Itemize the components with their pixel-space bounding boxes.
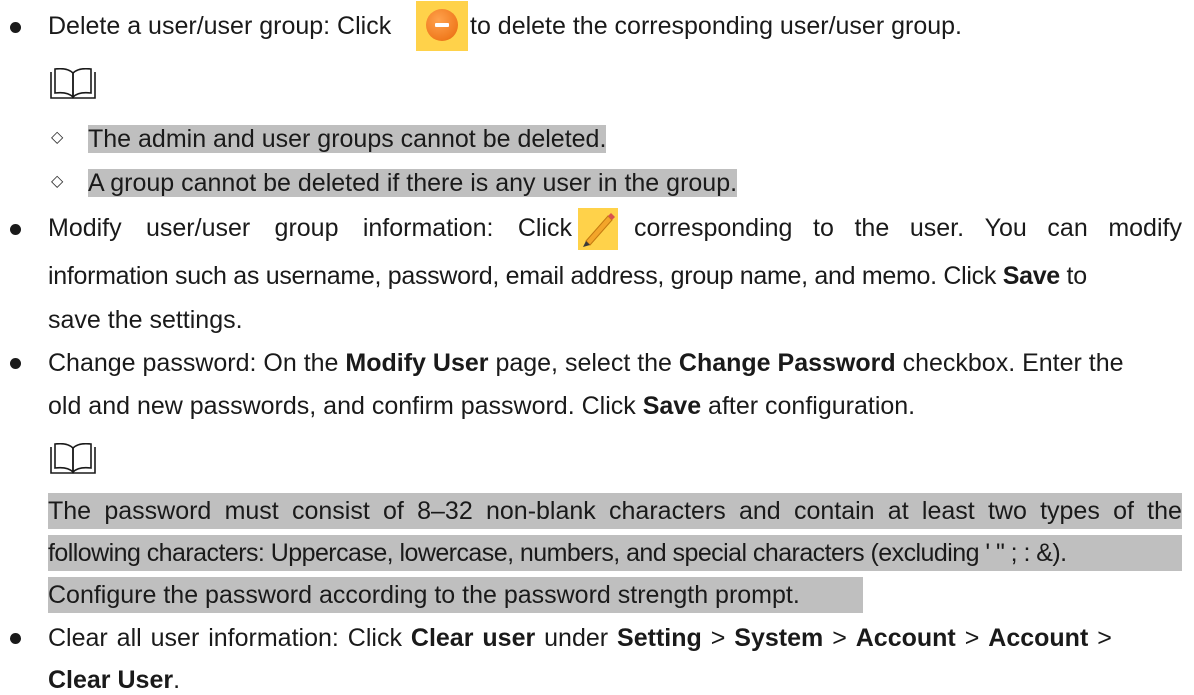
bullet-password [10, 358, 21, 369]
note-delete-2: A group cannot be deleted if there is an… [88, 169, 738, 197]
diamond-bullet: ◇ [51, 129, 64, 146]
bullet-modify [10, 224, 21, 235]
password-line-2: old and new passwords, and confirm passw… [48, 392, 916, 420]
note-delete-1: The admin and user groups cannot be dele… [88, 125, 607, 153]
clear-line-2: Clear User. [48, 666, 181, 694]
note-book-icon [50, 443, 96, 474]
modify-line-2: information such as username, password, … [48, 262, 1087, 290]
delete-text-after: to delete the corresponding user/user gr… [470, 12, 962, 40]
note-password-line-2: following characters: Uppercase, lowerca… [48, 539, 1067, 567]
modify-line-1-right: corresponding to the user. You can modif… [634, 214, 1182, 242]
note-book-icon [50, 68, 96, 99]
edit-pencil-icon [578, 208, 618, 250]
modify-line-1-left: Modify user/user group information: Clic… [48, 214, 572, 242]
bullet-clear [10, 633, 21, 644]
delete-text-before: Delete a user/user group: Click [48, 12, 392, 40]
delete-minus-icon [416, 1, 468, 51]
diamond-bullet: ◇ [51, 173, 64, 190]
password-line-1: Change password: On the Modify User page… [48, 349, 1124, 377]
modify-line-3: save the settings. [48, 306, 243, 334]
bullet-delete [10, 22, 21, 33]
clear-line-1: Clear all user information: Click Clear … [48, 624, 1112, 652]
note-password-line-3: Configure the password according to the … [48, 581, 800, 609]
note-password-line-1: The password must consist of 8–32 non-blank cha… [48, 497, 1182, 525]
